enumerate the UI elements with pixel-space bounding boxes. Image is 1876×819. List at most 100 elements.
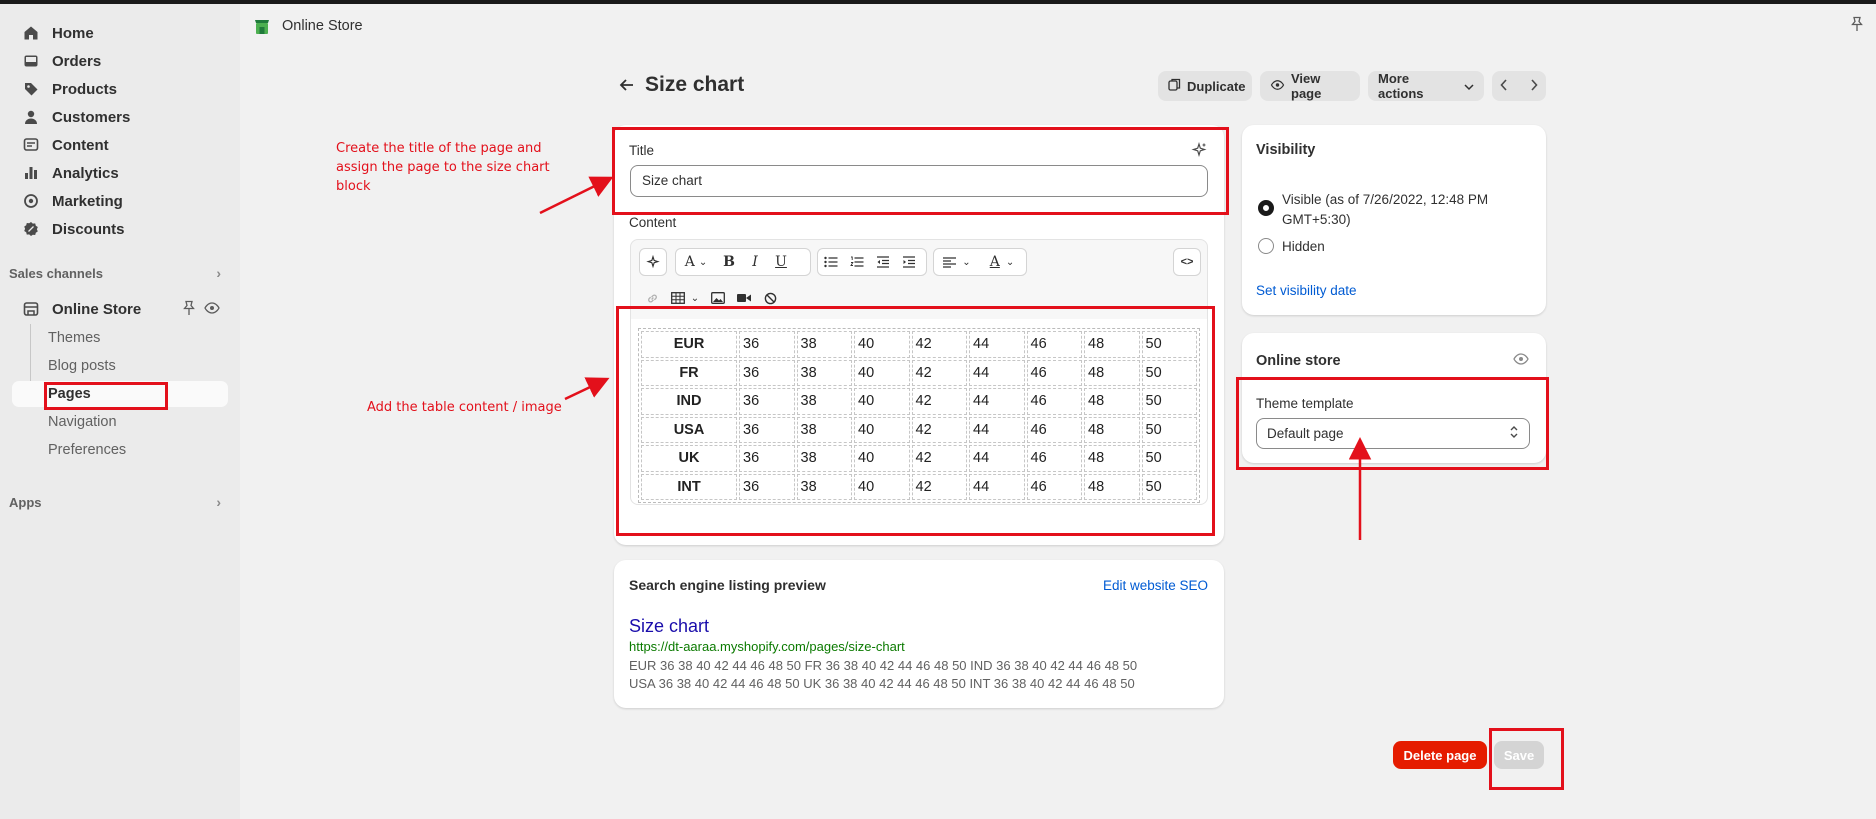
indent-icon[interactable] [896,249,922,275]
sidebar-item-label: Customers [52,108,131,126]
numbered-list-icon[interactable] [844,249,870,275]
discount-icon [20,218,42,240]
delete-page-button[interactable]: Delete page [1393,741,1487,769]
sidebar-item-label: Marketing [52,192,123,210]
sidebar-item-preferences[interactable]: Preferences [12,437,228,463]
sidebar-item-analytics[interactable]: Analytics [12,160,228,186]
visible-label-line: Visible (as of 7/26/2022, 12:48 PM [1282,192,1489,207]
text-format-group: A ⌄ B I U [675,248,811,276]
annotation-box-title [612,127,1229,215]
seo-preview-description-line: EUR 36 38 40 42 44 46 48 50 FR 36 38 40 … [629,658,1138,673]
outdent-icon[interactable] [870,249,896,275]
sidebar-item-blog-posts[interactable]: Blog posts [12,353,228,379]
sidebar-item-label: Products [52,80,118,98]
visible-radio[interactable] [1258,200,1274,216]
tag-icon [20,78,42,100]
shopify-store-icon [252,16,272,36]
font-style-dropdown[interactable]: A ⌄ [676,249,716,275]
visible-option-label: Visible (as of 7/26/2022, 12:48 PM GMT+5… [1282,190,1488,230]
sidebar-item-online-store[interactable]: Online Store [12,296,228,322]
annotation-box-pages [44,382,168,410]
next-page-icon[interactable] [1530,78,1538,94]
text-color-dropdown[interactable]: A ⌄ [980,249,1024,275]
more-actions-button[interactable]: More actions [1368,71,1484,101]
storefront-icon [20,298,42,320]
eye-icon[interactable] [204,301,220,318]
duplicate-button[interactable]: Duplicate [1158,71,1252,101]
sidebar-item-label: Orders [52,52,102,70]
seo-preview-title: Size chart [629,616,710,636]
target-icon [20,190,42,212]
duplicate-label: Duplicate [1187,78,1246,94]
sales-channels-label: Sales channels [9,265,103,281]
sidebar: Home Orders Products Customers Content A… [0,4,240,819]
sidebar-item-label: Discounts [52,220,125,238]
home-icon [20,22,42,44]
apps-label: Apps [9,494,42,510]
annotation-line: assign the page to the size chart [336,159,550,175]
content-label: Content [629,215,677,230]
align-color-group: ⌄ A ⌄ [933,248,1027,276]
sidebar-item-label: Analytics [52,164,119,182]
sales-channels-header[interactable]: Sales channels › [9,262,221,284]
back-arrow-icon[interactable] [618,76,636,94]
visible-label-line: GMT+5:30) [1282,212,1351,227]
bullet-list-icon[interactable] [818,249,844,275]
sidebar-item-home[interactable]: Home [12,20,228,46]
app-header: Online Store [240,4,1876,48]
underline-button[interactable]: U [768,249,794,275]
edit-website-seo-link[interactable]: Edit website SEO [1103,578,1208,593]
online-store-heading: Online store [1256,353,1341,369]
chevron-right-icon: › [216,494,221,510]
html-source-button[interactable]: <> [1173,248,1201,276]
magic-sparkle-icon [640,249,666,275]
sidebar-item-content[interactable]: Content [12,132,228,158]
view-page-label: View page [1291,71,1322,101]
chevron-right-icon: › [216,265,221,281]
sidebar-item-label: Content [52,136,109,154]
seo-preview-description-line: USA 36 38 40 42 44 46 48 50 UK 36 38 40 … [629,676,1135,691]
sidebar-item-label: Home [52,24,94,42]
bar-chart-icon [20,162,42,184]
previous-page-icon[interactable] [1500,78,1508,94]
content-icon [20,134,42,156]
list-indent-group [817,248,927,276]
sidebar-item-themes[interactable]: Themes [12,325,228,351]
set-visibility-date-link[interactable]: Set visibility date [1256,283,1357,298]
annotation-line: block [336,178,371,194]
annotation-note-table: Add the table content / image [367,400,562,415]
eye-icon[interactable] [1513,352,1529,369]
sidebar-item-customers[interactable]: Customers [12,104,228,130]
sidebar-item-orders[interactable]: Orders [12,48,228,74]
annotation-box-save [1489,728,1564,790]
seo-heading: Search engine listing preview [629,577,826,593]
pager [1492,71,1546,101]
ai-generate-button[interactable] [639,248,667,276]
inbox-icon [20,50,42,72]
sidebar-item-marketing[interactable]: Marketing [12,188,228,214]
sidebar-item-products[interactable]: Products [12,76,228,102]
annotation-box-template [1236,377,1549,470]
apps-header[interactable]: Apps › [9,491,221,513]
sidebar-item-label: Online Store [52,300,142,318]
sidebar-item-navigation[interactable]: Navigation [12,409,228,435]
annotation-box-table [616,306,1215,536]
annotation-note-title: Create the title of the page and assign … [336,140,550,197]
bold-button[interactable]: B [716,249,742,275]
sidebar-item-label: Navigation [48,414,117,430]
hidden-option-label: Hidden [1282,239,1325,254]
duplicate-icon [1168,78,1181,94]
seo-preview-url: https://dt-aaraa.myshopify.com/pages/siz… [629,639,905,654]
sidebar-item-label: Preferences [48,442,127,458]
align-dropdown[interactable]: ⌄ [934,249,980,275]
hidden-radio[interactable] [1258,238,1274,254]
sidebar-item-label: Themes [48,330,101,346]
person-icon [20,106,42,128]
view-page-button[interactable]: View page [1260,71,1360,101]
code-icon: <> [1180,256,1194,268]
italic-button[interactable]: I [742,249,768,275]
store-name: Online Store [282,18,363,34]
sidebar-item-discounts[interactable]: Discounts [12,216,228,242]
pin-icon[interactable] [1850,16,1866,32]
pin-icon[interactable] [182,300,196,319]
